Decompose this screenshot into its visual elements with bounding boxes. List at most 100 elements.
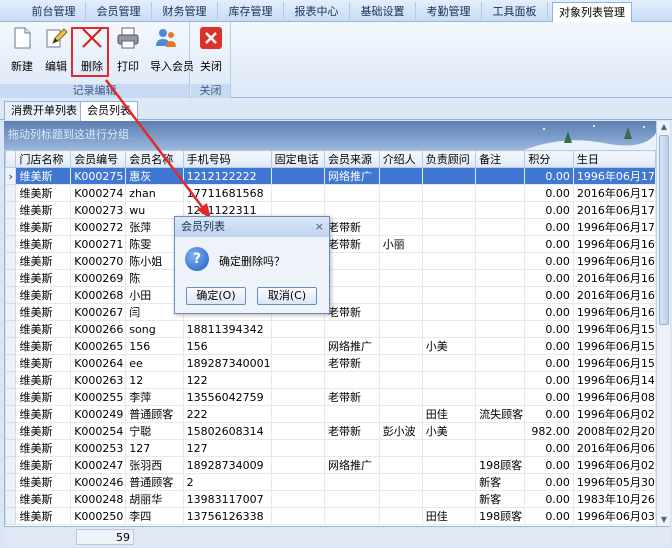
table-cell[interactable]: 982.00 xyxy=(524,422,574,440)
table-cell[interactable] xyxy=(421,456,477,474)
table-cell[interactable]: 1996年06月14 xyxy=(572,371,656,389)
table-cell[interactable]: 1996年06月16 xyxy=(572,303,656,321)
table-cell[interactable] xyxy=(378,167,423,185)
table-cell[interactable] xyxy=(378,439,423,457)
scroll-up-icon[interactable]: ▲ xyxy=(657,121,671,133)
table-cell[interactable]: K000263 xyxy=(70,371,127,389)
table-cell[interactable] xyxy=(270,439,325,457)
table-cell[interactable]: 维美斯 xyxy=(15,439,72,457)
table-cell[interactable]: 1996年05月30 xyxy=(572,473,656,491)
table-cell[interactable] xyxy=(323,184,380,202)
menu-tab-attendance[interactable]: 考勤管理 xyxy=(416,2,482,22)
tab-consumption-list[interactable]: 消费开单列表 xyxy=(4,101,84,120)
table-cell[interactable]: ee xyxy=(125,354,184,372)
table-cell[interactable] xyxy=(270,405,325,423)
table-cell[interactable] xyxy=(323,507,380,525)
table-cell[interactable]: 0.00 xyxy=(524,269,574,287)
table-cell[interactable]: 1996年06月03 xyxy=(572,507,656,525)
table-cell[interactable] xyxy=(475,337,526,355)
table-cell[interactable]: 127 xyxy=(182,439,272,457)
table-cell[interactable]: 13556042759 xyxy=(182,388,272,406)
table-cell[interactable]: 维美斯 xyxy=(15,167,72,185)
table-cell[interactable] xyxy=(475,303,526,321)
table-cell[interactable]: 0.00 xyxy=(524,320,574,338)
table-cell[interactable] xyxy=(323,371,380,389)
table-cell[interactable] xyxy=(323,473,380,491)
table-cell[interactable] xyxy=(421,473,477,491)
table-cell[interactable]: 小美 xyxy=(421,422,477,440)
table-cell[interactable]: 0.00 xyxy=(524,354,574,372)
table-cell[interactable]: 2016年06月17 xyxy=(572,184,656,202)
tab-member-list[interactable]: 会员列表 xyxy=(80,101,138,121)
table-cell[interactable]: K000274 xyxy=(70,184,127,202)
table-cell[interactable]: 1996年06月17 xyxy=(572,218,656,236)
table-cell[interactable]: 127 xyxy=(125,439,184,457)
table-cell[interactable]: 小美 xyxy=(421,337,477,355)
column-header[interactable]: 会员名称 xyxy=(125,150,184,168)
cancel-button[interactable]: 取消(C) xyxy=(257,287,317,305)
table-row[interactable]: 维美斯 K000255 李萍 13556042759 老带新 0.00 1996年06月08 xyxy=(5,388,656,406)
table-row[interactable]: 维美斯 K000247 张羽西 18928734009 网络推广 198顾客 0.00 199… xyxy=(5,456,656,474)
table-row[interactable]: 维美斯 K000268 小田 0.00 2016年06月16 xyxy=(5,286,656,304)
table-row[interactable]: 维美斯 K000270 陈小姐 0.00 1996年06月16 xyxy=(5,252,656,270)
table-cell[interactable]: 156 xyxy=(125,337,184,355)
column-header[interactable]: 门店名称 xyxy=(15,150,72,168)
table-cell[interactable] xyxy=(323,286,380,304)
menu-tab-stock[interactable]: 库存管理 xyxy=(218,2,284,22)
table-cell[interactable]: 维美斯 xyxy=(15,303,72,321)
table-cell[interactable]: 1983年10月26 xyxy=(572,490,656,508)
table-cell[interactable]: 156 xyxy=(182,337,272,355)
table-cell[interactable]: 维美斯 xyxy=(15,388,72,406)
table-cell[interactable]: 1996年06月08 xyxy=(572,388,656,406)
table-cell[interactable] xyxy=(421,354,477,372)
table-cell[interactable]: 新客 xyxy=(475,473,526,491)
table-cell[interactable]: 维美斯 xyxy=(15,473,72,491)
table-cell[interactable]: 普通顾客 xyxy=(125,405,184,423)
table-cell[interactable]: 宁聪 xyxy=(125,422,184,440)
table-cell[interactable]: 老带新 xyxy=(323,218,380,236)
table-cell[interactable]: 2008年02月20 xyxy=(572,422,656,440)
menu-tab-finance[interactable]: 财务管理 xyxy=(152,2,218,22)
table-cell[interactable] xyxy=(323,269,380,287)
menu-tab-settings[interactable]: 基础设置 xyxy=(350,2,416,22)
table-cell[interactable]: 0.00 xyxy=(524,371,574,389)
table-cell[interactable] xyxy=(323,252,380,270)
table-cell[interactable] xyxy=(421,490,477,508)
column-header[interactable]: 备注 xyxy=(475,150,526,168)
edit-button[interactable]: 编辑 xyxy=(40,26,72,78)
table-row[interactable]: 维美斯 K000254 宁聪 15802608314 老带新 彭小波 小美 982.00 200… xyxy=(5,422,656,440)
table-row[interactable]: › 维美斯 K000275 惠灰 1212122222 网络推广 0.00 1996年06月1… xyxy=(5,167,656,185)
table-row[interactable]: 维美斯 K000248 胡丽华 13983117007 新客 0.00 1983年10月26 xyxy=(5,490,656,508)
table-cell[interactable]: 维美斯 xyxy=(15,507,72,525)
table-cell[interactable]: 0.00 xyxy=(524,235,574,253)
table-row[interactable]: 维美斯 K000272 张萍 老带新 0.00 1996年06月17 xyxy=(5,218,656,236)
table-cell[interactable]: K000267 xyxy=(70,303,127,321)
table-cell[interactable]: 维美斯 xyxy=(15,235,72,253)
menu-tab-front[interactable]: 前台管理 xyxy=(22,2,86,22)
table-row[interactable]: 维美斯 K000273 wu 1211122311 0.00 2016年06月17 xyxy=(5,201,656,219)
table-cell[interactable] xyxy=(378,456,423,474)
table-cell[interactable] xyxy=(378,473,423,491)
table-cell[interactable] xyxy=(323,320,380,338)
table-cell[interactable] xyxy=(421,252,477,270)
table-cell[interactable]: 维美斯 xyxy=(15,456,72,474)
table-cell[interactable]: 维美斯 xyxy=(15,320,72,338)
table-cell[interactable] xyxy=(378,320,423,338)
table-row[interactable]: 维美斯 K000263 12 122 0.00 1996年06月14 xyxy=(5,371,656,389)
table-cell[interactable]: 0.00 xyxy=(524,286,574,304)
table-row[interactable]: 维美斯 K000269 陈 0.00 2016年06月16 xyxy=(5,269,656,287)
column-header[interactable]: 会员编号 xyxy=(70,150,127,168)
table-cell[interactable] xyxy=(421,269,477,287)
table-cell[interactable]: 0.00 xyxy=(524,456,574,474)
table-cell[interactable]: 李萍 xyxy=(125,388,184,406)
table-cell[interactable]: 13756126338 xyxy=(182,507,272,525)
table-cell[interactable] xyxy=(323,490,380,508)
table-cell[interactable]: 0.00 xyxy=(524,473,574,491)
table-cell[interactable] xyxy=(270,167,325,185)
table-cell[interactable]: 老带新 xyxy=(323,235,380,253)
table-cell[interactable] xyxy=(475,235,526,253)
table-cell[interactable]: 普通顾客 xyxy=(125,473,184,491)
table-cell[interactable] xyxy=(378,184,423,202)
menu-tab-tools[interactable]: 工具面板 xyxy=(482,2,548,22)
table-cell[interactable]: 田佳 xyxy=(421,405,477,423)
